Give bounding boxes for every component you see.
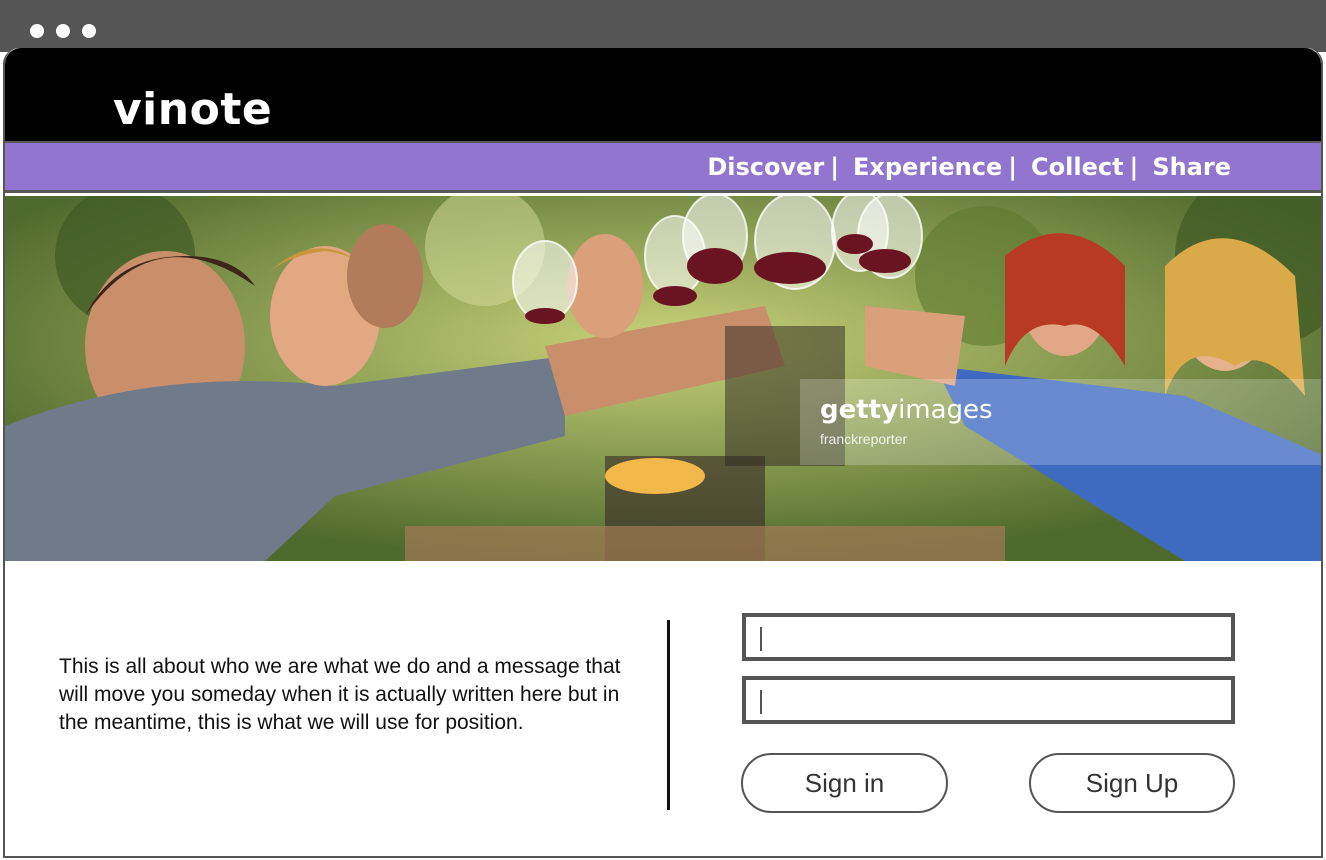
- minimize-dot-icon[interactable]: [56, 24, 70, 38]
- username-input[interactable]: [746, 617, 1231, 657]
- vertical-divider: [667, 620, 670, 810]
- stock-watermark: gettyimages franckreporter: [800, 379, 1321, 465]
- text-caret: [760, 690, 762, 714]
- watermark-brand: gettyimages: [820, 395, 993, 425]
- login-field-1[interactable]: [742, 613, 1235, 661]
- nav-separator: |: [1008, 153, 1018, 181]
- window-controls: [30, 24, 96, 38]
- nav-links: Discover | Experience | Collect | Share: [707, 153, 1231, 181]
- browser-chrome-bar: [0, 0, 1326, 52]
- password-input[interactable]: [746, 680, 1231, 720]
- nav-separator: |: [830, 153, 839, 181]
- maximize-dot-icon[interactable]: [82, 24, 96, 38]
- about-text: This is all about who we are what we do …: [59, 655, 621, 734]
- sign-up-button[interactable]: Sign Up: [1029, 753, 1235, 813]
- site-logo[interactable]: vinote: [113, 84, 272, 135]
- nav-separator: |: [1129, 153, 1139, 181]
- nav-link-discover[interactable]: Discover: [707, 153, 824, 181]
- text-caret: [760, 627, 762, 651]
- nav-link-experience[interactable]: Experience: [853, 153, 1002, 181]
- nav-link-share[interactable]: Share: [1152, 153, 1231, 181]
- nav-link-collect[interactable]: Collect: [1031, 153, 1124, 181]
- browser-window: vinote Discover | Experience | Collect |…: [3, 48, 1323, 858]
- site-header: vinote: [5, 48, 1321, 141]
- sign-in-button[interactable]: Sign in: [741, 753, 948, 813]
- close-dot-icon[interactable]: [30, 24, 44, 38]
- watermark-credit: franckreporter: [820, 431, 908, 447]
- nav-bar: Discover | Experience | Collect | Share: [5, 141, 1321, 193]
- login-field-2[interactable]: [742, 676, 1235, 724]
- hero-image: gettyimages franckreporter: [5, 196, 1321, 561]
